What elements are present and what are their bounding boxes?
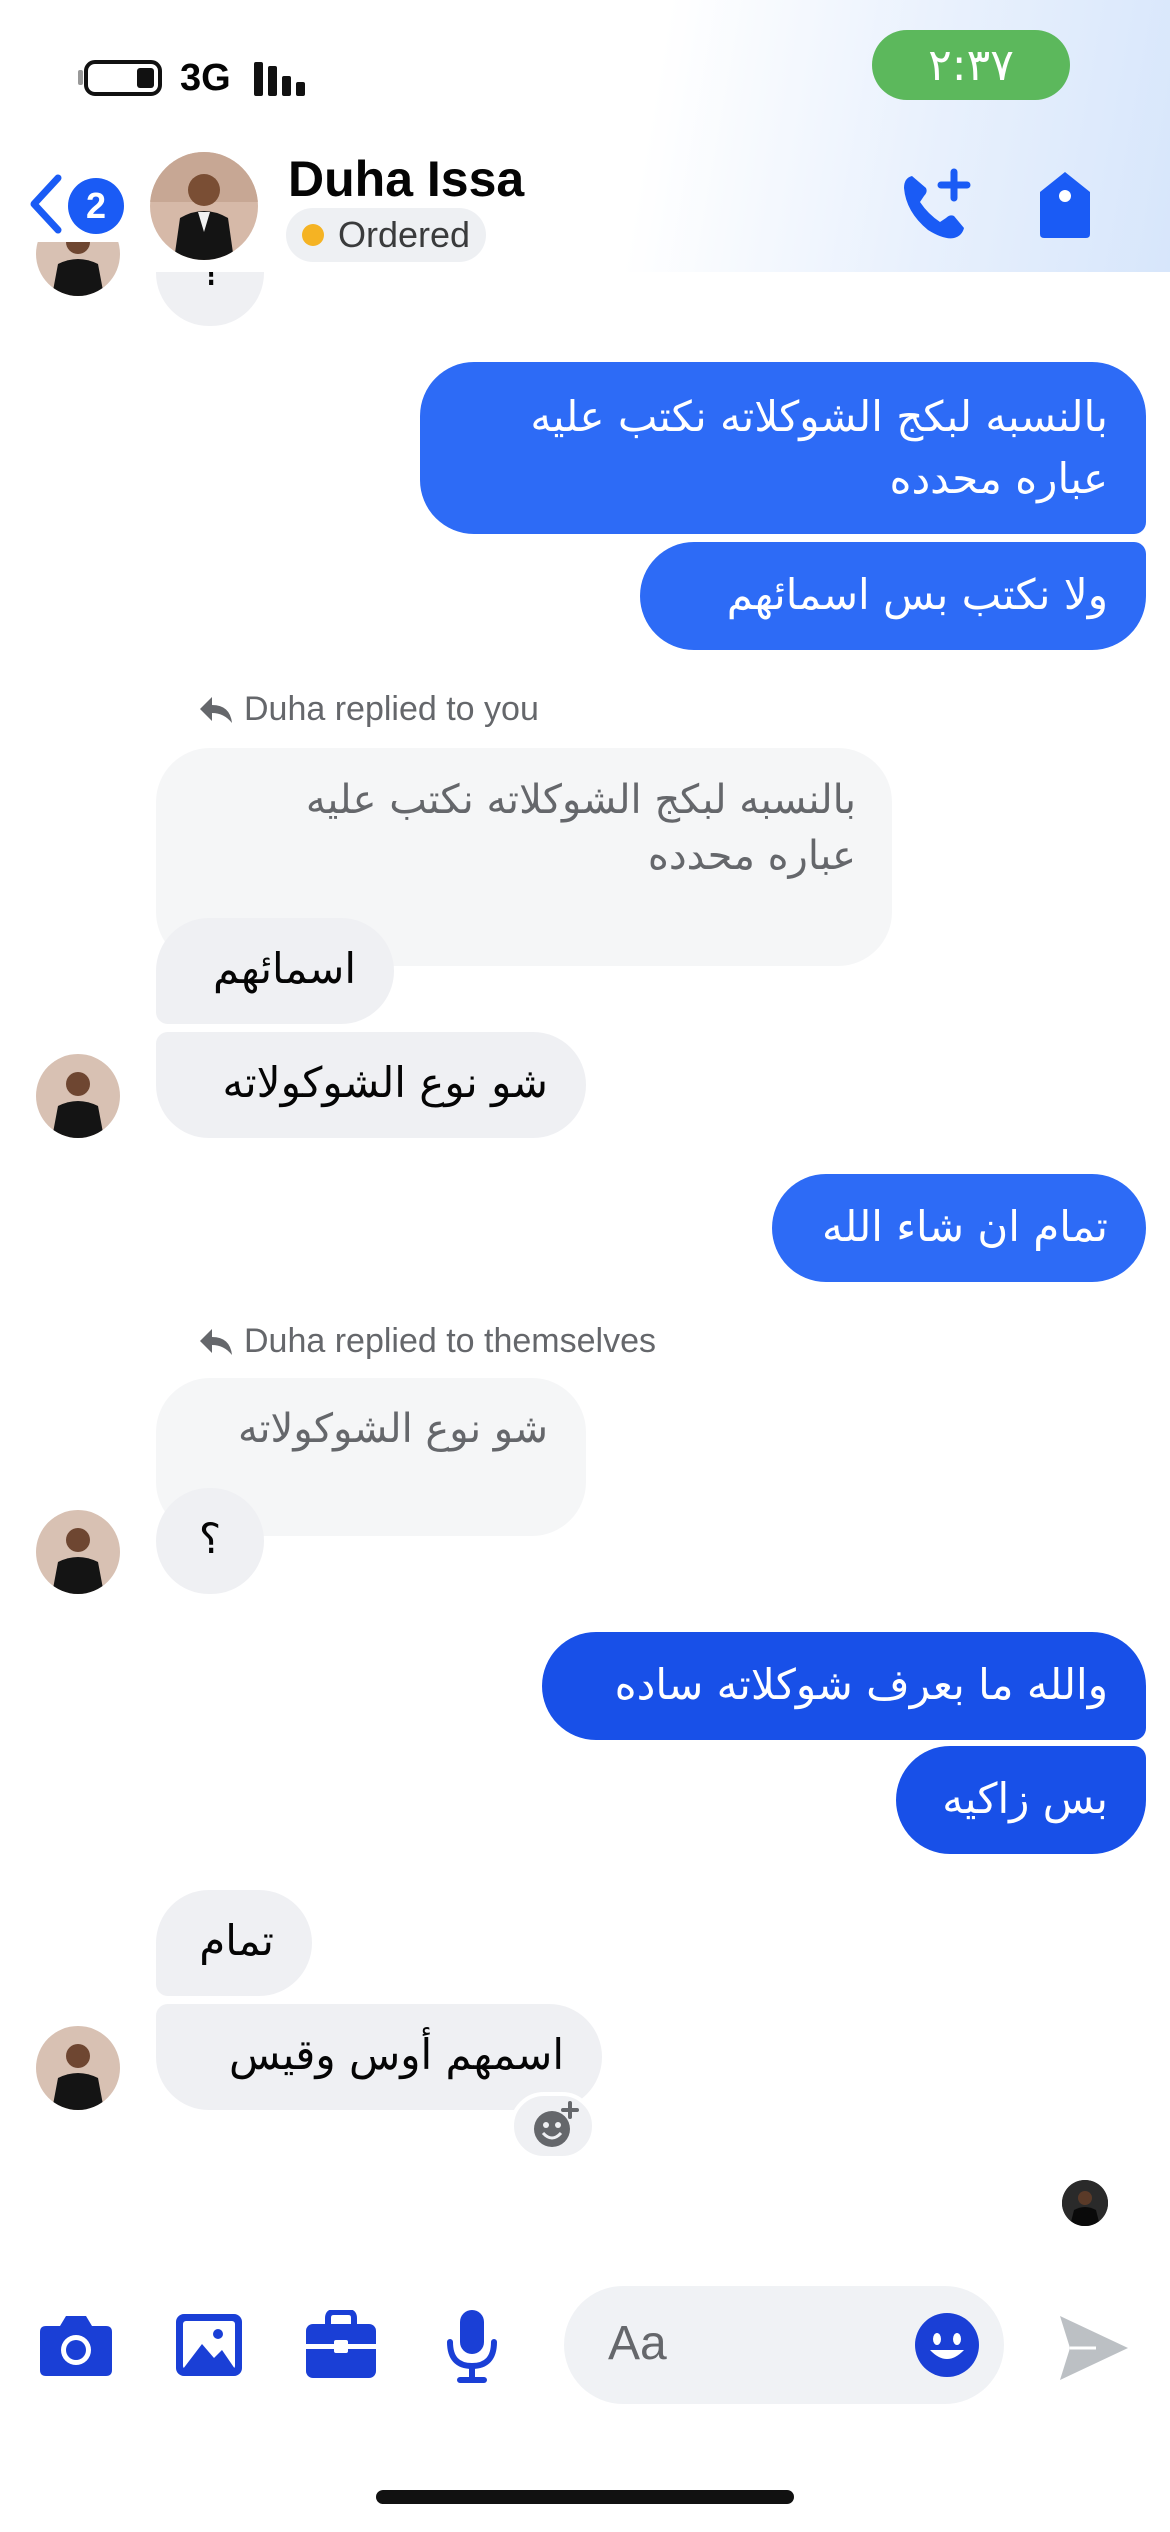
unread-count-badge: 2 — [68, 178, 124, 234]
message-line: بالنسبه لبكج الشوكلاته نكتب عليه — [530, 392, 1108, 441]
reply-indicator-text: Duha replied to themselves — [244, 1322, 657, 1360]
avatar[interactable] — [36, 1054, 120, 1138]
battery-icon — [84, 60, 162, 96]
message-input-placeholder: Aa — [608, 2317, 667, 2370]
contact-avatar[interactable] — [150, 152, 258, 260]
camera-icon[interactable] — [38, 2312, 114, 2378]
add-reaction-button[interactable] — [510, 2092, 596, 2160]
add-reaction-icon — [534, 2101, 579, 2147]
message-bubble-incoming[interactable]: اسمائهم — [156, 918, 394, 1024]
status-label: Ordered — [338, 214, 471, 255]
reply-indicator: Duha replied to you — [198, 690, 539, 729]
contact-name[interactable]: Duha Issa — [288, 150, 524, 208]
message-bubble-outgoing[interactable]: بس زاكيه — [896, 1746, 1146, 1854]
add-call-icon[interactable] — [898, 168, 974, 244]
quoted-line: بالنسبه لبكج الشوكلاته نكتب عليه — [305, 777, 856, 823]
read-receipt-avatar — [1062, 2180, 1108, 2226]
network-type: 3G — [180, 57, 231, 99]
message-bubble-outgoing[interactable]: والله ما بعرف شوكلاته ساده — [542, 1632, 1146, 1740]
signal-icon — [254, 60, 316, 96]
emoji-icon[interactable] — [912, 2310, 982, 2380]
message-input[interactable]: Aa — [564, 2286, 1004, 2404]
back-button[interactable]: 2 — [22, 168, 132, 238]
microphone-icon[interactable] — [444, 2308, 500, 2384]
status-time[interactable]: ٢:٣٧ — [872, 30, 1070, 100]
message-bubble-outgoing[interactable]: بالنسبه لبكج الشوكلاته نكتب عليه عباره م… — [420, 362, 1146, 534]
status-badge[interactable]: Ordered — [286, 208, 487, 262]
avatar[interactable] — [36, 2026, 120, 2110]
message-bubble-incoming[interactable]: تمام — [156, 1890, 312, 1996]
battery-nub — [78, 70, 83, 85]
message-bubble-incoming[interactable]: ؟ — [156, 1488, 264, 1594]
back-chevron-icon — [30, 174, 62, 234]
send-icon[interactable] — [1056, 2312, 1132, 2384]
status-dot — [302, 224, 324, 246]
reply-indicator-text: Duha replied to you — [244, 690, 539, 728]
avatar[interactable] — [36, 1510, 120, 1594]
photo-icon[interactable] — [174, 2312, 244, 2378]
message-line: عباره محدده — [889, 454, 1108, 503]
quoted-line: عباره محدده — [647, 833, 856, 879]
reply-arrow-icon — [200, 1328, 232, 1355]
tag-icon[interactable] — [1036, 170, 1094, 240]
home-indicator[interactable] — [376, 2490, 794, 2504]
reply-arrow-icon — [200, 696, 232, 723]
message-bubble-outgoing[interactable]: تمام ان شاء الله — [772, 1174, 1146, 1282]
briefcase-icon[interactable] — [304, 2310, 378, 2380]
reply-indicator: Duha replied to themselves — [198, 1322, 656, 1361]
message-bubble-incoming[interactable]: شو نوع الشوكولاته — [156, 1032, 586, 1138]
message-bubble-outgoing[interactable]: ولا نكتب بس اسمائهم — [640, 542, 1146, 650]
